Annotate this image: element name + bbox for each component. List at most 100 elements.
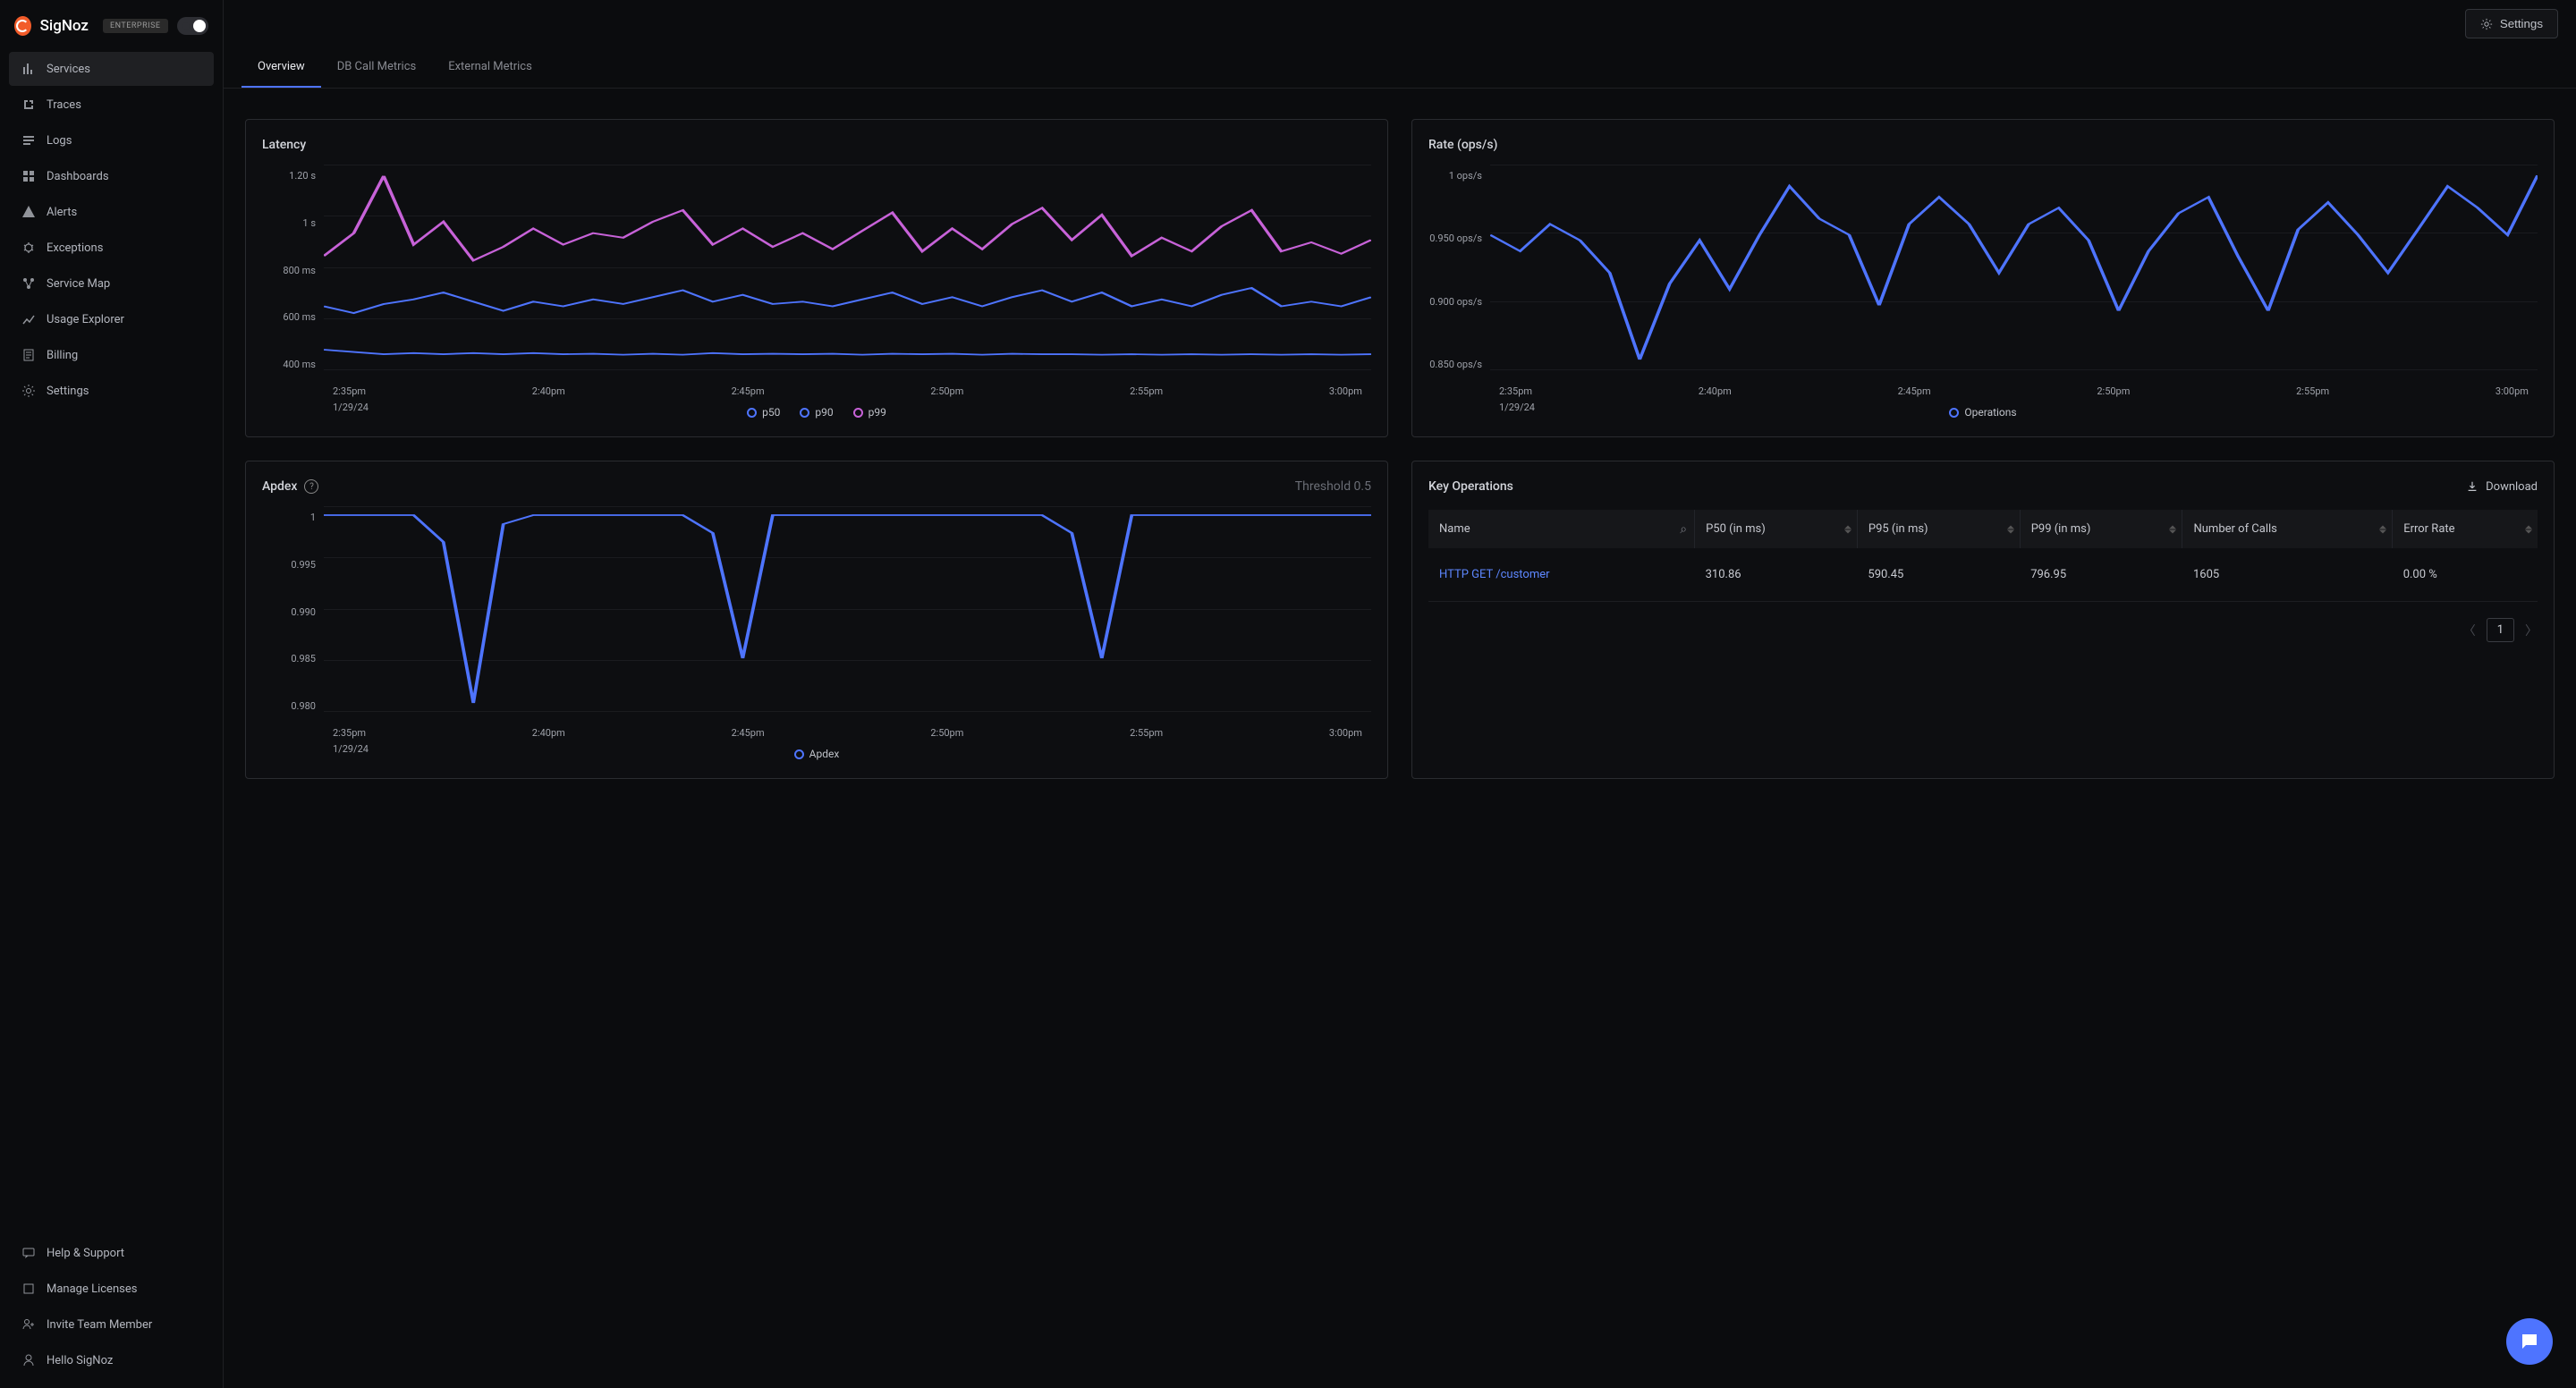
sidebar-item-service-map[interactable]: Service Map: [9, 267, 214, 300]
sidebar-item-services[interactable]: Services: [9, 52, 214, 86]
sort-icon: [2169, 521, 2176, 537]
cell-name[interactable]: HTTP GET /customer: [1428, 548, 1695, 602]
sidebar-item-usage-explorer[interactable]: Usage Explorer: [9, 302, 214, 336]
legend: Operations: [1428, 406, 2538, 419]
sort-icon: [2007, 521, 2014, 537]
pager-next[interactable]: 〉: [2525, 622, 2538, 639]
x-date: 1/29/24: [1499, 402, 1535, 413]
download-icon: [2466, 480, 2479, 493]
panel-title: Key Operations: [1428, 479, 1513, 494]
legend-item-p50[interactable]: p50: [747, 406, 780, 419]
sidebar-item-licenses[interactable]: Manage Licenses: [9, 1272, 214, 1306]
col-label: Error Rate: [2403, 522, 2454, 536]
y-axis: 1.20 s1 s800 ms600 ms400 ms: [262, 165, 323, 397]
sidebar-item-billing[interactable]: Billing: [9, 338, 214, 372]
cell-err: 0.00 %: [2393, 548, 2538, 602]
panel-title: Rate (ops/s): [1428, 138, 1497, 152]
tab-label: External Metrics: [448, 60, 532, 73]
legend-label: p99: [869, 406, 886, 419]
alert-icon: [21, 205, 36, 219]
legend: p50 p90 p99: [262, 406, 1371, 419]
sidebar-item-hello[interactable]: Hello SigNoz: [9, 1343, 214, 1377]
settings-button[interactable]: Settings: [2465, 9, 2558, 38]
col-name[interactable]: Name: [1428, 510, 1695, 548]
map-icon: [21, 276, 36, 291]
legend-dot-icon: [800, 408, 809, 418]
panel-title: Apdex: [262, 479, 297, 494]
col-label: P99 (in ms): [2031, 522, 2091, 536]
nav-label: Invite Team Member: [47, 1318, 152, 1332]
chat-fab[interactable]: [2506, 1318, 2553, 1365]
nav-label: Settings: [47, 385, 89, 398]
panel-title: Latency: [262, 138, 306, 152]
sidebar-item-exceptions[interactable]: Exceptions: [9, 231, 214, 265]
legend-dot-icon: [1949, 408, 1959, 418]
x-date: 1/29/24: [333, 743, 369, 755]
legend-label: Operations: [1964, 406, 2016, 419]
user-plus-icon: [21, 1317, 36, 1332]
gear-icon: [2480, 18, 2493, 30]
download-button[interactable]: Download: [2466, 480, 2538, 494]
col-p95[interactable]: P95 (in ms): [1857, 510, 2020, 548]
col-label: P50 (in ms): [1706, 522, 1766, 536]
tab-overview[interactable]: Overview: [242, 47, 321, 88]
sidebar: SigNoz ENTERPRISE Services Traces Logs D…: [0, 0, 224, 1388]
chat-icon: [2519, 1331, 2540, 1352]
col-calls[interactable]: Number of Calls: [2182, 510, 2393, 548]
sidebar-item-help[interactable]: Help & Support: [9, 1236, 214, 1270]
legend-item-operations[interactable]: Operations: [1949, 406, 2016, 419]
theme-toggle[interactable]: [177, 17, 208, 35]
col-error-rate[interactable]: Error Rate: [2393, 510, 2538, 548]
chart-icon: [21, 312, 36, 326]
panel-key-operations: Key Operations Download Name P50 (in ms)…: [1411, 461, 2555, 779]
nav-primary: Services Traces Logs Dashboards Alerts E…: [0, 52, 223, 408]
sidebar-item-logs[interactable]: Logs: [9, 123, 214, 157]
help-icon[interactable]: ?: [304, 479, 318, 494]
pager-current[interactable]: 1: [2487, 618, 2514, 642]
legend-item-apdex[interactable]: Apdex: [794, 748, 840, 760]
pager-prev[interactable]: 〈: [2463, 622, 2476, 639]
settings-label: Settings: [2500, 17, 2543, 30]
chart-rate[interactable]: 1 ops/s0.950 ops/s0.900 ops/s0.850 ops/s…: [1428, 165, 2538, 397]
sidebar-item-settings[interactable]: Settings: [9, 374, 214, 408]
tab-external-metrics[interactable]: External Metrics: [432, 47, 548, 88]
cell-p95: 590.45: [1857, 548, 2020, 602]
user-icon: [21, 1353, 36, 1367]
topbar: Settings: [224, 0, 2576, 47]
brand-logo-icon: [14, 16, 31, 36]
tabs: Overview DB Call Metrics External Metric…: [224, 47, 2576, 89]
sidebar-item-traces[interactable]: Traces: [9, 88, 214, 122]
gear-icon: [21, 384, 36, 398]
receipt-icon: [21, 348, 36, 362]
bug-icon: [21, 241, 36, 255]
nav-label: Help & Support: [47, 1247, 124, 1260]
plot-area: 2:35pm2:40pm2:45pm2:50pm2:55pm3:00pm 1/2…: [1489, 165, 2538, 397]
chart-latency[interactable]: 1.20 s1 s800 ms600 ms400 ms 2:35pm2:40pm…: [262, 165, 1371, 397]
brand: SigNoz ENTERPRISE: [0, 11, 223, 52]
cell-p50: 310.86: [1695, 548, 1858, 602]
legend-dot-icon: [794, 749, 804, 759]
cell-p99: 796.95: [2020, 548, 2182, 602]
col-p50[interactable]: P50 (in ms): [1695, 510, 1858, 548]
table-row[interactable]: HTTP GET /customer 310.86 590.45 796.95 …: [1428, 548, 2538, 602]
tab-db-metrics[interactable]: DB Call Metrics: [321, 47, 433, 88]
search-icon[interactable]: [1680, 522, 1687, 537]
col-label: P95 (in ms): [1868, 522, 1928, 536]
message-icon: [21, 1246, 36, 1260]
col-p99[interactable]: P99 (in ms): [2020, 510, 2182, 548]
nav-secondary: Help & Support Manage Licenses Invite Te…: [0, 1236, 223, 1377]
legend-item-p90[interactable]: p90: [800, 406, 833, 419]
nav-label: Logs: [47, 134, 72, 148]
panel-rate: Rate (ops/s) 1 ops/s0.950 ops/s0.900 ops…: [1411, 119, 2555, 437]
chart-apdex[interactable]: 10.9950.9900.9850.980 2:35pm2:40pm2:45pm…: [262, 506, 1371, 739]
sort-icon: [2379, 521, 2386, 537]
nav-label: Traces: [47, 98, 81, 112]
brand-name: SigNoz: [40, 17, 89, 35]
nav-label: Exceptions: [47, 241, 103, 255]
sidebar-item-alerts[interactable]: Alerts: [9, 195, 214, 229]
sidebar-item-dashboards[interactable]: Dashboards: [9, 159, 214, 193]
sort-icon: [2525, 521, 2532, 537]
sidebar-item-invite[interactable]: Invite Team Member: [9, 1308, 214, 1341]
legend-item-p99[interactable]: p99: [853, 406, 886, 419]
nav-label: Services: [47, 63, 90, 76]
